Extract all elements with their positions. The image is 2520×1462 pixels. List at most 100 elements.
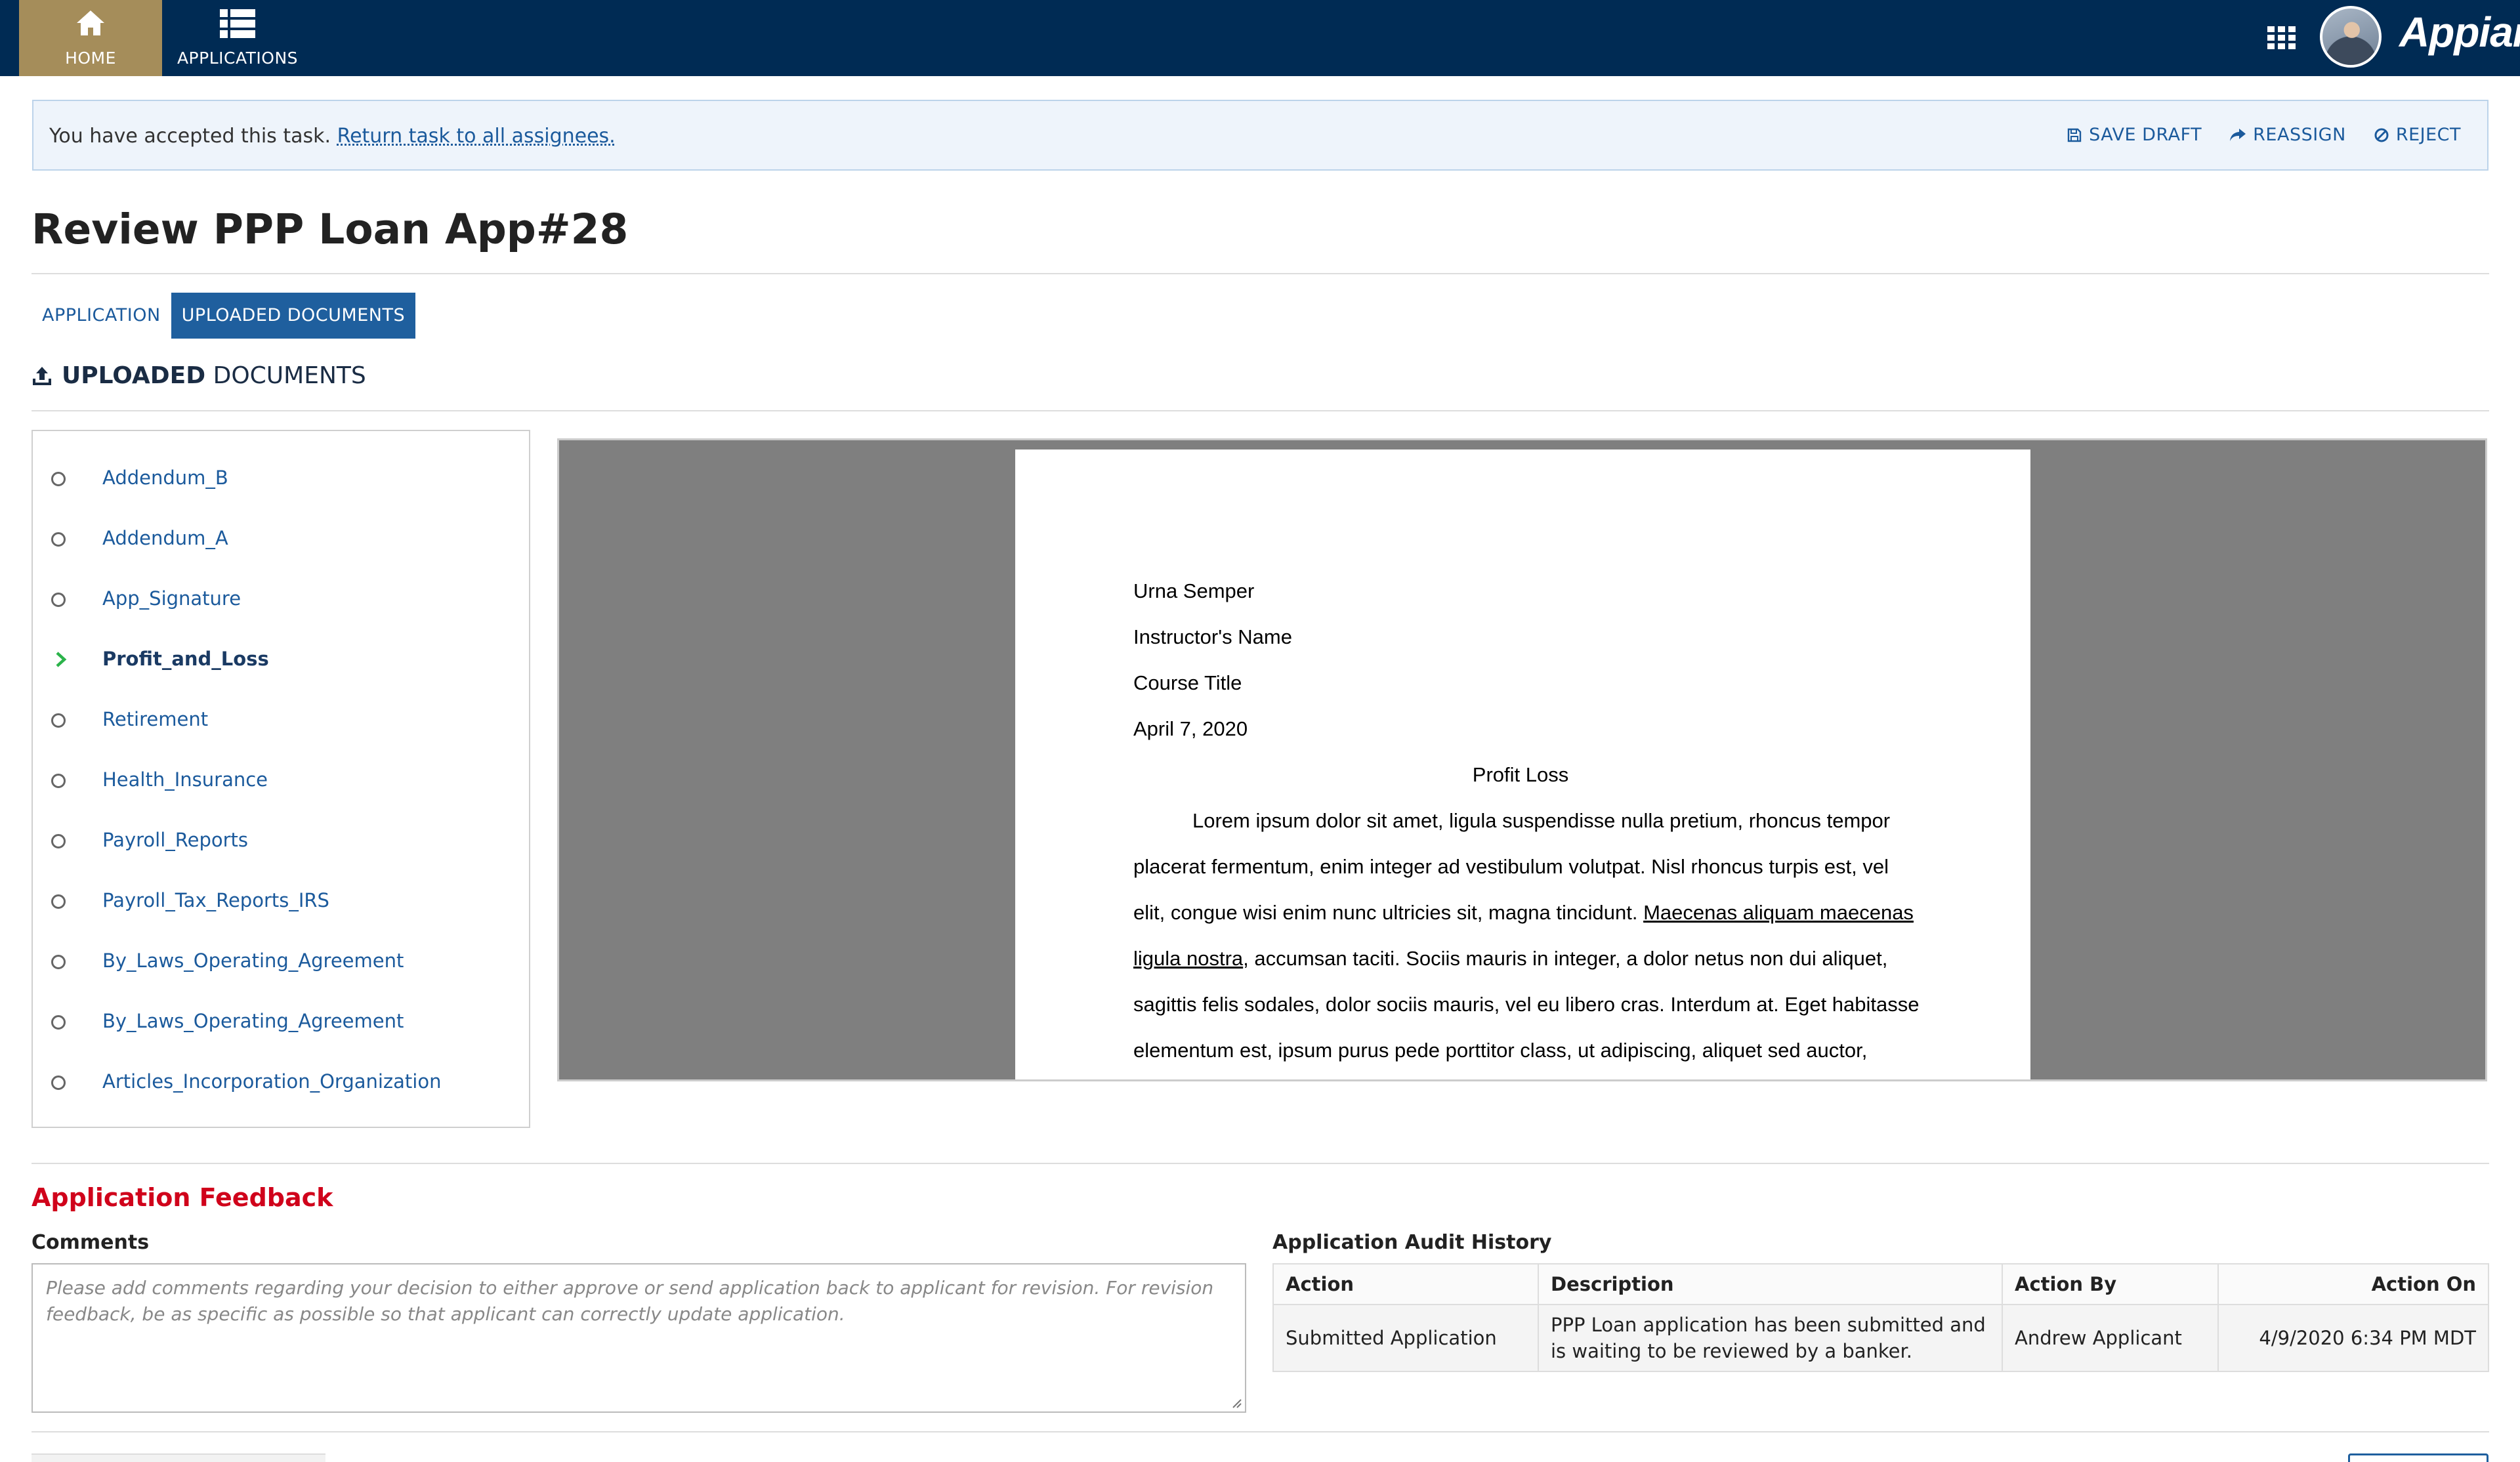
list-item[interactable]: App_Signature (33, 575, 529, 621)
app-grid-icon[interactable] (2267, 26, 2296, 50)
document-list: Addendum_B Addendum_A App_Signature Prof… (32, 430, 530, 1128)
save-icon (2067, 128, 2082, 142)
list-item[interactable]: Addendum_A (33, 515, 529, 561)
doc-body-line: placerat fermentum, enim integer ad vest… (1133, 855, 1889, 878)
circle-icon (51, 955, 66, 969)
column-header-action: Action (1272, 1263, 1539, 1305)
title-divider (32, 273, 2489, 274)
feedback-title: Application Feedback (32, 1183, 333, 1212)
footer-left-control[interactable] (32, 1453, 326, 1462)
chevron-right-icon (56, 652, 67, 667)
document-link: Addendum_A (102, 527, 228, 549)
document-viewer[interactable]: Urna Semper Instructor's Name Course Tit… (557, 438, 2487, 1081)
doc-underlined-text: Maecenas aliquam maecenas (1643, 901, 1914, 924)
doc-body-line: elit, congue wisi enim nunc ultricies si… (1133, 890, 1914, 936)
circle-icon (51, 1015, 66, 1030)
table-header-row: Action Description Action By Action On (1272, 1263, 2489, 1305)
user-avatar[interactable] (2320, 6, 2382, 68)
audit-history-table: Action Description Action By Action On S… (1272, 1263, 2489, 1372)
appian-logo: Appian (2399, 9, 2520, 56)
page-title: Review PPP Loan App#28 (32, 205, 629, 253)
column-header-action-by: Action By (2002, 1263, 2219, 1305)
list-item-selected[interactable]: Profit_and_Loss (33, 636, 529, 682)
nav-home-label: HOME (65, 49, 116, 68)
reassign-label: REASSIGN (2253, 125, 2346, 145)
return-task-link[interactable]: Return task to all assignees. (337, 125, 616, 148)
doc-body-line: Lorem ipsum dolor sit amet, ligula suspe… (1192, 809, 1891, 832)
document-link: Articles_Incorporation_Organization (102, 1070, 442, 1093)
footer-submit-button[interactable] (2348, 1453, 2488, 1462)
document-link: App_Signature (102, 587, 242, 610)
nav-home-tab[interactable]: HOME (19, 0, 162, 76)
tab-application[interactable]: APPLICATION (32, 293, 171, 339)
doc-instructor: Instructor's Name (1133, 625, 1292, 648)
document-page: Urna Semper Instructor's Name Course Tit… (1015, 449, 2030, 1079)
resize-handle-icon[interactable] (1230, 1397, 1242, 1409)
list-item[interactable]: By_Laws_Operating_Agreement (33, 938, 529, 984)
list-item[interactable]: Addendum_B (33, 455, 529, 501)
circle-icon (51, 593, 66, 607)
save-draft-button[interactable]: SAVE DRAFT (2067, 125, 2202, 145)
reassign-button[interactable]: REASSIGN (2229, 125, 2346, 145)
list-item[interactable]: Payroll_Reports (33, 817, 529, 863)
tab-uploaded-documents[interactable]: UPLOADED DOCUMENTS (171, 293, 416, 339)
section-divider (32, 410, 2489, 411)
list-item[interactable]: Retirement (33, 696, 529, 742)
doc-course: Course Title (1133, 671, 1242, 694)
document-link-selected: Profit_and_Loss (102, 648, 269, 670)
ban-icon (2374, 128, 2389, 142)
banner-message: You have accepted this task. (49, 125, 331, 148)
top-navigation: HOME APPLICATIONS Appian (0, 0, 2520, 76)
document-link: Retirement (102, 708, 209, 730)
task-accepted-banner: You have accepted this task. Return task… (32, 100, 2488, 171)
uploaded-documents-heading: UPLOADED DOCUMENTS (32, 362, 366, 389)
nav-applications-tab[interactable]: APPLICATIONS (162, 0, 313, 76)
share-arrow-icon (2230, 128, 2246, 141)
document-link: Payroll_Reports (102, 829, 249, 851)
upload-icon (33, 366, 51, 385)
doc-body-text: , accumsan taciti. Sociis mauris in inte… (1243, 947, 1888, 970)
doc-body-line: elementum est, ipsum purus pede porttito… (1133, 1039, 1868, 1062)
circle-icon (51, 834, 66, 848)
doc-body-text: elit, congue wisi enim nunc ultricies si… (1133, 901, 1644, 924)
table-row: Submitted Application PPP Loan applicati… (1272, 1304, 2489, 1372)
cell-description: PPP Loan application has been submitted … (1538, 1304, 2003, 1372)
doc-body-line: ligula nostra, accumsan taciti. Sociis m… (1133, 936, 1908, 982)
comments-textarea[interactable] (33, 1264, 1245, 1411)
cell-action-by: Andrew Applicant (2002, 1304, 2219, 1372)
section-title-bold: UPLOADED (62, 362, 206, 389)
circle-icon (51, 894, 66, 909)
circle-icon (51, 774, 66, 788)
circle-icon (51, 713, 66, 728)
list-item[interactable]: Articles_Incorporation_Organization (33, 1058, 529, 1104)
list-item[interactable]: Payroll_Tax_Reports_IRS (33, 877, 529, 923)
reject-button[interactable]: REJECT (2374, 125, 2461, 145)
circle-icon (51, 472, 66, 486)
document-link: By_Laws_Operating_Agreement (102, 950, 404, 972)
circle-icon (51, 1076, 66, 1090)
column-header-action-on: Action On (2217, 1263, 2489, 1305)
circle-icon (51, 532, 66, 547)
document-link: Addendum_B (102, 467, 228, 489)
column-header-description: Description (1538, 1263, 2003, 1305)
feedback-divider (32, 1163, 2489, 1164)
reject-label: REJECT (2395, 125, 2461, 145)
document-link: By_Laws_Operating_Agreement (102, 1010, 404, 1032)
list-item[interactable]: Health_Insurance (33, 757, 529, 803)
doc-heading: Profit Loss (1472, 763, 1569, 786)
list-icon (220, 9, 255, 38)
document-link: Payroll_Tax_Reports_IRS (102, 889, 329, 911)
tab-bar: APPLICATION UPLOADED DOCUMENTS (32, 293, 416, 339)
document-text: Urna Semper Instructor's Name Course Tit… (1133, 568, 1920, 1074)
banner-actions: SAVE DRAFT REASSIGN REJECT (2067, 125, 2461, 145)
cell-action: Submitted Application (1272, 1304, 1539, 1372)
footer-divider (32, 1431, 2489, 1432)
save-draft-label: SAVE DRAFT (2089, 125, 2202, 145)
doc-underlined-text: ligula nostra (1133, 947, 1244, 970)
list-item[interactable]: By_Laws_Operating_Agreement (33, 998, 529, 1044)
section-title-rest: DOCUMENTS (213, 362, 366, 389)
document-link: Health_Insurance (102, 768, 268, 791)
page: HOME APPLICATIONS Appian You have accept… (0, 0, 2520, 1462)
doc-body-line: sagittis felis sodales, dolor sociis mau… (1133, 993, 1920, 1016)
nav-applications-label: APPLICATIONS (177, 49, 299, 68)
